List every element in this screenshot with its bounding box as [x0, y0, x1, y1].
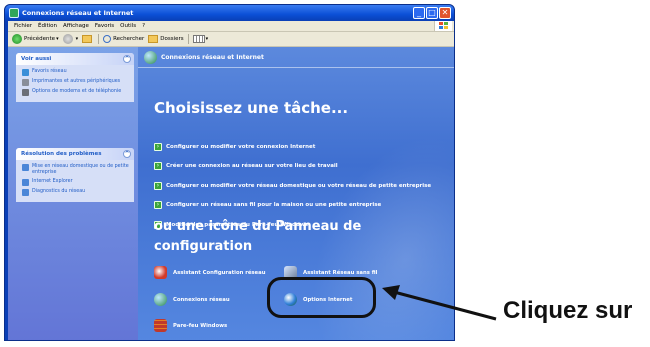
folders-icon	[148, 35, 159, 43]
phone-icon	[22, 89, 29, 96]
sidebar-item-label: Diagnostics du réseau	[32, 189, 86, 194]
sidebar-item-internet-explorer-help[interactable]: Internet Explorer	[22, 179, 130, 186]
sidebar-item-label: Favoris réseau	[32, 69, 67, 74]
help-icon	[22, 189, 29, 196]
arrow-right-icon: ›	[154, 142, 162, 151]
task-workplace-connection[interactable]: › Créer une connexion au réseau sur votr…	[154, 161, 450, 172]
toolbar: Précédente ▾ ▾ Rechercher Dossiers ▾	[8, 32, 454, 47]
troubleshoot-panel: Résolution des problèmes ^ Mise en résea…	[16, 148, 134, 202]
highlight-circle	[267, 277, 376, 318]
search-button[interactable]: Rechercher	[103, 35, 144, 43]
see-also-header[interactable]: Voir aussi ^	[16, 53, 134, 65]
menu-view[interactable]: Affichage	[63, 23, 89, 29]
close-button[interactable]: ✕	[439, 7, 451, 19]
control-panel-icon-label: Assistant Configuration réseau	[173, 269, 266, 276]
network-internet-icon	[144, 51, 157, 64]
sidebar-item-label: Mise en réseau domestique ou de petite e…	[32, 164, 129, 175]
sidebar-item-network-places[interactable]: Favoris réseau	[22, 69, 130, 76]
menu-edit[interactable]: Édition	[38, 23, 57, 29]
see-also-panel: Voir aussi ^ Favoris réseau Imprimantes …	[16, 53, 134, 102]
network-setup-wizard[interactable]: Assistant Configuration réseau	[154, 266, 266, 279]
network-connections[interactable]: Connexions réseau	[154, 293, 230, 306]
task-label: Configurer un réseau sans fil pour la ma…	[166, 202, 382, 208]
firewall-icon	[154, 319, 167, 332]
network-folder-icon	[9, 8, 19, 18]
menu-tools[interactable]: Outils	[120, 23, 136, 29]
window-title: Connexions réseau et Internet	[22, 9, 134, 17]
sidebar-item-label: Options de modems et de téléphonie	[32, 89, 122, 94]
toolbar-separator	[187, 34, 189, 44]
chevron-down-icon[interactable]: ▾	[76, 36, 79, 42]
search-icon	[103, 35, 112, 43]
windows-firewall[interactable]: Pare-feu Windows	[154, 319, 227, 332]
network-setup-icon	[154, 266, 167, 279]
menu-file[interactable]: Fichier	[14, 23, 32, 29]
network-connections-icon	[154, 293, 167, 306]
sidebar-item-label: Imprimantes et autres périphériques	[32, 79, 121, 84]
forward-arrow-icon	[62, 34, 73, 44]
windows-logo-icon	[434, 21, 452, 31]
task-wireless-network[interactable]: › Configurer un réseau sans fil pour la …	[154, 200, 450, 211]
back-arrow-icon	[12, 34, 22, 44]
pick-icon-heading-line1: ou une icône du Panneau de	[154, 219, 362, 234]
sidebar-item-home-network-help[interactable]: Mise en réseau domestique ou de petite e…	[22, 164, 130, 176]
control-panel-icon-label: Assistant Réseau sans fil	[303, 269, 378, 276]
help-icon	[22, 164, 29, 171]
up-folder-button[interactable]	[82, 35, 94, 43]
callout-arrow-icon	[382, 285, 497, 321]
task-pane: Voir aussi ^ Favoris réseau Imprimantes …	[8, 47, 138, 340]
task-label: Configurer ou modifier votre réseau dome…	[166, 182, 432, 189]
sidebar-item-label: Internet Explorer	[32, 179, 73, 184]
chevron-down-icon[interactable]: ▾	[56, 36, 59, 42]
help-icon	[22, 179, 29, 186]
arrow-right-icon: ›	[154, 181, 162, 190]
search-label: Rechercher	[113, 36, 145, 42]
sidebar-item-network-diagnostics[interactable]: Diagnostics du réseau	[22, 189, 130, 196]
sidebar-item-printers[interactable]: Imprimantes et autres périphériques	[22, 79, 130, 86]
control-panel-icon-label: Pare-feu Windows	[173, 322, 228, 329]
control-panel-icon-label: Connexions réseau	[173, 296, 230, 303]
menu-bar: Fichier Édition Affichage Favoris Outils…	[8, 21, 454, 32]
see-also-title: Voir aussi	[21, 56, 52, 62]
menu-favorites[interactable]: Favoris	[95, 23, 114, 29]
views-icon	[192, 35, 205, 43]
callout-text: Cliquez sur	[503, 297, 633, 324]
collapse-icon[interactable]: ^	[123, 150, 131, 158]
troubleshoot-title: Résolution des problèmes	[21, 151, 102, 157]
minimize-button[interactable]: _	[413, 7, 425, 19]
printer-icon	[22, 79, 29, 86]
toolbar-separator	[98, 34, 100, 44]
task-internet-connection[interactable]: › Configurer ou modifier votre connexion…	[154, 141, 450, 152]
category-header: Connexions réseau et Internet	[144, 51, 264, 64]
arrow-right-icon: ›	[154, 162, 162, 170]
pick-task-heading: Choisissez une tâche...	[154, 99, 349, 117]
pick-icon-heading-line2: configuration	[154, 239, 253, 254]
header-divider	[138, 67, 454, 68]
forward-button[interactable]: ▾	[62, 34, 79, 44]
views-button[interactable]: ▾	[192, 35, 209, 43]
sidebar-item-modem-options[interactable]: Options de modems et de téléphonie	[22, 89, 130, 96]
category-title: Connexions réseau et Internet	[161, 54, 264, 61]
task-home-network[interactable]: › Configurer ou modifier votre réseau do…	[154, 180, 450, 191]
menu-help[interactable]: ?	[142, 23, 145, 29]
task-label: Configurer ou modifier votre connexion I…	[166, 143, 316, 150]
window-controls: _ □ ✕	[413, 7, 451, 19]
back-button[interactable]: Précédente ▾	[12, 34, 59, 44]
folders-label: Dossiers	[160, 36, 184, 42]
title-bar[interactable]: Connexions réseau et Internet _ □ ✕	[5, 5, 454, 21]
troubleshoot-header[interactable]: Résolution des problèmes ^	[16, 148, 134, 160]
arrow-right-icon: ›	[154, 201, 162, 209]
chevron-down-icon[interactable]: ▾	[206, 36, 209, 42]
collapse-icon[interactable]: ^	[123, 55, 131, 63]
up-folder-icon	[82, 35, 93, 43]
task-label: Créer une connexion au réseau sur votre …	[166, 163, 338, 169]
folders-button[interactable]: Dossiers	[148, 35, 184, 43]
back-label: Précédente	[24, 36, 56, 42]
network-places-icon	[22, 69, 29, 76]
maximize-button[interactable]: □	[426, 7, 438, 19]
